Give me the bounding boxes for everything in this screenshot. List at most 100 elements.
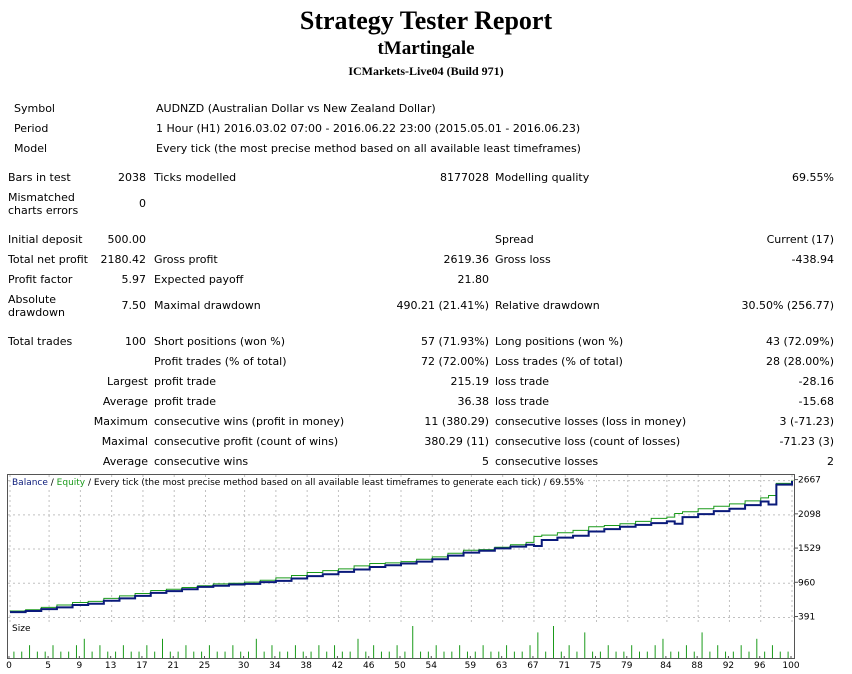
profit-factor-label: Profit factor: [8, 273, 73, 286]
gross-loss-value: -438.94: [791, 253, 834, 266]
avg-wins-label: consecutive wins: [154, 455, 249, 468]
largest-profit-label: profit trade: [154, 375, 217, 388]
deposit-value: 500.00: [107, 233, 147, 246]
x-tick-label: 63: [496, 661, 507, 671]
period-label: Period: [14, 122, 49, 135]
size-label: Size: [12, 624, 31, 634]
profit-factor-value: 5.97: [121, 273, 147, 286]
x-tick-label: 17: [136, 661, 147, 671]
largest-loss-label: loss trade: [495, 375, 550, 388]
cons-loss-value: -71.23 (3): [779, 435, 834, 448]
x-tick-label: 88: [691, 661, 703, 671]
x-tick-label: 84: [660, 661, 672, 671]
rel-drawdown-value: 30.50% (256.77): [741, 299, 834, 312]
avg-losses-value: 2: [827, 455, 834, 468]
report-title: Strategy Tester Report: [299, 6, 553, 35]
average-profit-value: 36.38: [457, 395, 490, 408]
cons-losses-value: 3 (-71.23): [779, 415, 834, 428]
server-build: ICMarkets-Live04 (Build 971): [348, 64, 504, 78]
balance-chart: Balance / Equity / Every tick (the most …: [7, 474, 795, 624]
largest-label: Largest: [107, 375, 148, 388]
avg-losses-label: consecutive losses: [495, 455, 599, 468]
x-tick-label: 38: [300, 661, 312, 671]
x-tick-label: 42: [332, 661, 343, 671]
largest-loss-value: -28.16: [798, 375, 834, 388]
x-tick-label: 9: [77, 661, 83, 671]
y-axis: 2667 2098 1529 960 391: [794, 476, 821, 623]
symbol-value: AUDNZD (Australian Dollar vs New Zealand…: [156, 102, 436, 115]
x-axis: 0 5 9 13 17 21 25 30 34 38 42 46 50 54 59 63 67 71 75 79 84 8…: [6, 656, 800, 671]
balance-chart-svg: [8, 475, 794, 623]
x-tick-label: 25: [199, 661, 210, 671]
y-tick-label: 960: [798, 578, 815, 588]
loss-trades-label: Loss trades (% of total): [495, 355, 623, 368]
cons-profit-label: consecutive profit (count of wins): [154, 435, 339, 448]
legend-model: Every tick (the most precise method base…: [93, 478, 584, 488]
average-label: Average: [102, 395, 148, 408]
average-loss-label: loss trade: [495, 395, 550, 408]
total-trades-value: 100: [125, 335, 146, 348]
maximum-label: Maximum: [93, 415, 148, 428]
model-value: Every tick (the most precise method base…: [156, 142, 581, 155]
legend-equity: Equity: [56, 478, 86, 488]
x-tick-label: 59: [465, 661, 477, 671]
expert-name: tMartingale: [377, 38, 475, 59]
x-tick-label: 13: [105, 661, 116, 671]
net-profit-label: Total net profit: [8, 253, 88, 266]
bars-value: 2038: [118, 171, 146, 184]
cons-wins-value: 11 (380.29): [424, 415, 489, 428]
short-positions-label: Short positions (won %): [154, 335, 286, 348]
payoff-label: Expected payoff: [154, 273, 244, 286]
spread-value: Current (17): [766, 233, 834, 246]
maximal-label: Maximal: [101, 435, 148, 448]
average-profit-label: profit trade: [154, 395, 217, 408]
x-tick-label: 5: [45, 661, 51, 671]
chart-legend: Balance / Equity / Every tick (the most …: [12, 478, 584, 488]
gross-profit-value: 2619.36: [443, 253, 490, 266]
size-chart: Size: [7, 622, 795, 659]
y-tick-label: 391: [798, 613, 815, 623]
x-tick-label: 0: [6, 661, 12, 671]
gross-profit-label: Gross profit: [154, 253, 218, 266]
x-tick-label: 67: [527, 661, 538, 671]
gross-loss-label: Gross loss: [495, 253, 551, 266]
max-drawdown-value: 490.21 (21.41%): [396, 299, 489, 312]
max-drawdown-label: Maximal drawdown: [154, 299, 261, 312]
total-trades-label: Total trades: [8, 335, 73, 348]
y-tick-label: 2098: [798, 510, 821, 520]
x-tick-label: 71: [558, 661, 569, 671]
x-tick-label: 96: [754, 661, 766, 671]
y-tick-label: 1529: [798, 544, 821, 554]
bars-label: Bars in test: [8, 171, 71, 184]
mismatch-value: 0: [139, 197, 146, 210]
long-positions-value: 43 (72.09%): [765, 335, 834, 348]
symbol-label: Symbol: [14, 102, 55, 115]
cons-profit-value: 380.29 (11): [424, 435, 489, 448]
model-label: Model: [14, 142, 48, 155]
legend-sep-1: /: [47, 478, 57, 488]
average-cons-label: Average: [102, 455, 148, 468]
long-positions-label: Long positions (won %): [495, 335, 624, 348]
x-tick-label: 34: [269, 661, 281, 671]
x-tick-label: 50: [394, 661, 406, 671]
quality-label: Modelling quality: [495, 171, 590, 184]
abs-drawdown-label: Absolute drawdown: [8, 293, 65, 319]
ticks-label: Ticks modelled: [154, 171, 237, 184]
ticks-value: 8177028: [440, 171, 489, 184]
x-tick-label: 21: [167, 661, 178, 671]
deposit-label: Initial deposit: [8, 233, 83, 246]
cons-losses-label: consecutive losses (loss in money): [495, 415, 687, 428]
size-chart-svg: [13, 626, 789, 658]
payoff-value: 21.80: [457, 273, 490, 286]
period-value: 1 Hour (H1) 2016.03.02 07:00 - 2016.06.2…: [156, 122, 581, 135]
x-tick-label: 79: [621, 661, 633, 671]
abs-drawdown-value: 7.50: [121, 299, 147, 312]
x-tick-label: 75: [590, 661, 601, 671]
x-tick-label: 54: [426, 661, 438, 671]
spread-label: Spread: [495, 233, 534, 246]
legend-sep-2: /: [85, 478, 94, 488]
profit-trades-label: Profit trades (% of total): [154, 355, 287, 368]
x-tick-label: 46: [363, 661, 375, 671]
rel-drawdown-label: Relative drawdown: [495, 299, 600, 312]
average-loss-value: -15.68: [798, 395, 834, 408]
